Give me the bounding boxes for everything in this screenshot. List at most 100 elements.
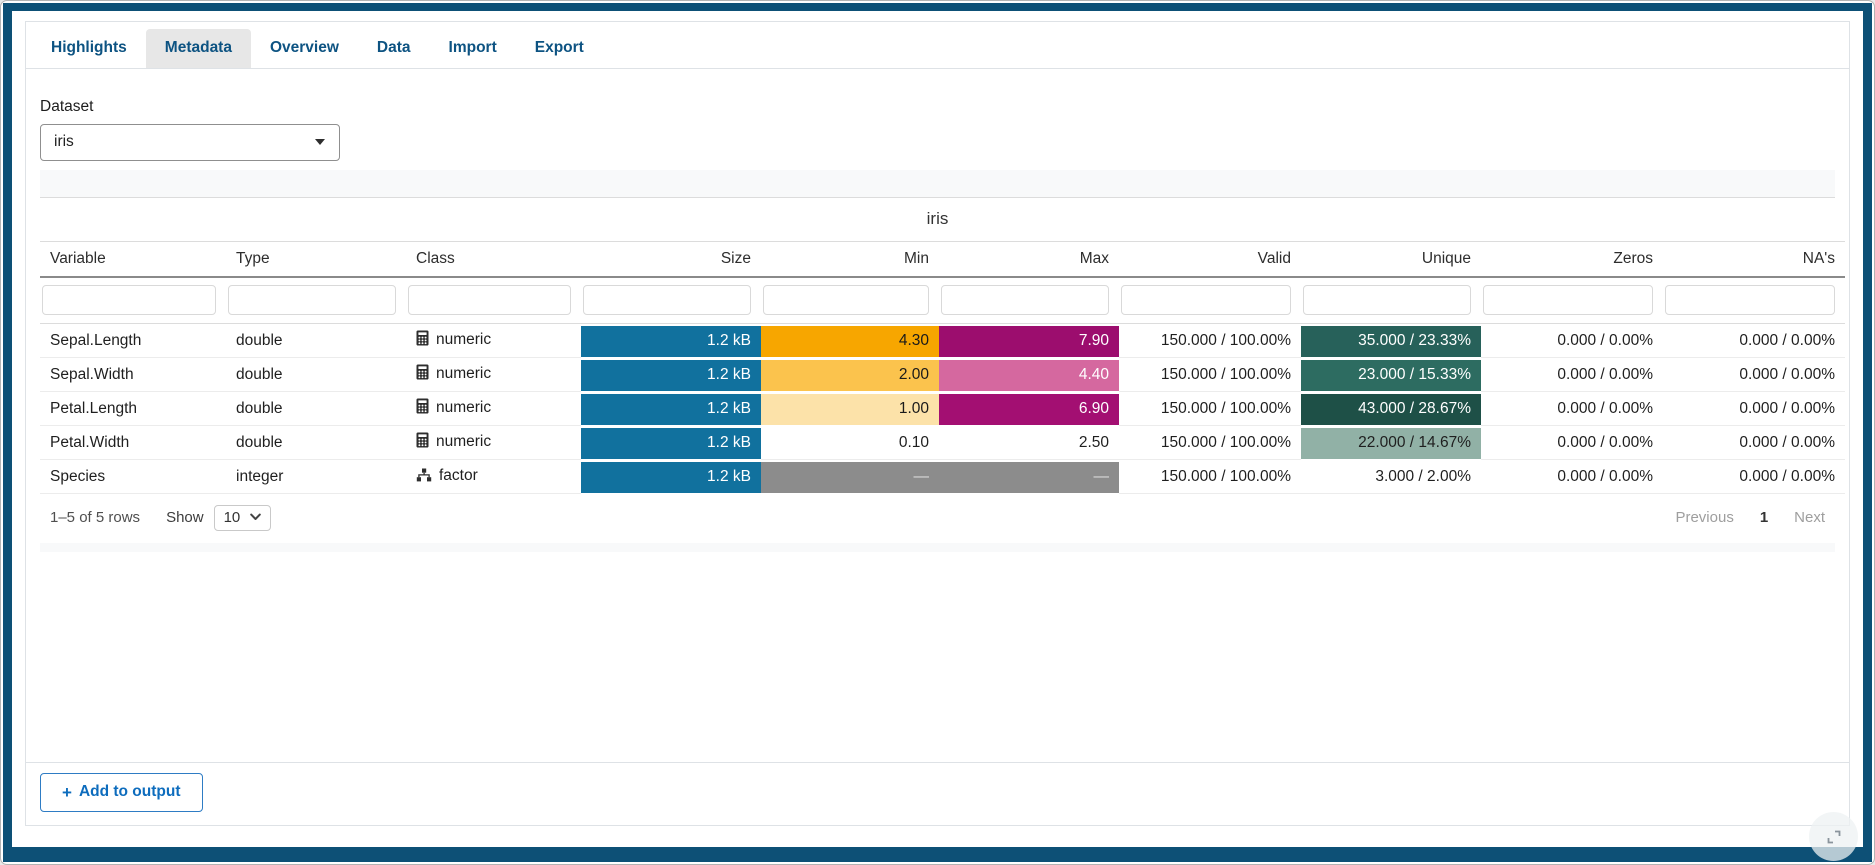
calculator-icon [416,360,429,391]
cell-unique: 3.000 / 2.00% [1301,459,1481,493]
add-to-output-label: Add to output [79,783,181,801]
pager-next-button[interactable]: Next [1794,509,1825,526]
pager-page-1-button[interactable]: 1 [1760,509,1768,526]
cell-class: numeric [406,323,581,357]
cell-valid: 150.000 / 100.00% [1119,425,1301,459]
filter-input-variable[interactable] [42,285,216,315]
cell-class: numeric [406,425,581,459]
tab-metadata[interactable]: Metadata [146,29,251,68]
column-header-nas[interactable]: NA's [1663,241,1845,277]
app-frame: HighlightsMetadataOverviewDataImportExpo… [3,3,1872,862]
cell-zeros: 0.000 / 0.00% [1481,323,1663,357]
cell-min: 4.30 [761,323,939,357]
cell-valid: 150.000 / 100.00% [1119,323,1301,357]
calculator-icon [416,326,429,357]
column-header-max[interactable]: Max [939,241,1119,277]
cell-variable: Petal.Width [40,425,226,459]
column-header-min[interactable]: Min [761,241,939,277]
dataset-select[interactable]: iris [40,124,340,161]
cell-size: 1.2 kB [581,323,761,357]
cell-valid: 150.000 / 100.00% [1119,357,1301,391]
expand-icon [1824,827,1844,847]
cell-valid: 150.000 / 100.00% [1119,459,1301,493]
cell-zeros: 0.000 / 0.00% [1481,391,1663,425]
filter-input-zeros[interactable] [1483,285,1653,315]
chevron-down-icon [250,513,261,521]
column-header-class[interactable]: Class [406,241,581,277]
tab-highlights[interactable]: Highlights [32,29,146,68]
column-header-valid[interactable]: Valid [1119,241,1301,277]
tab-overview[interactable]: Overview [251,29,358,68]
fullscreen-button[interactable] [1809,812,1858,861]
cell-valid: 150.000 / 100.00% [1119,391,1301,425]
caret-down-icon [315,139,325,145]
cell-unique: 35.000 / 23.33% [1301,323,1481,357]
page-size-label: Show [166,509,204,526]
page-size-value: 10 [224,509,241,526]
cell-min: 0.10 [761,425,939,459]
tab-data[interactable]: Data [358,29,430,68]
cell-size: 1.2 kB [581,357,761,391]
cell-variable: Petal.Length [40,391,226,425]
cell-type: double [226,391,406,425]
filter-input-type[interactable] [228,285,396,315]
cell-zeros: 0.000 / 0.00% [1481,425,1663,459]
column-header-unique[interactable]: Unique [1301,241,1481,277]
filter-input-valid[interactable] [1121,285,1291,315]
column-header-zeros[interactable]: Zeros [1481,241,1663,277]
cell-zeros: 0.000 / 0.00% [1481,459,1663,493]
table-row: Sepal.Lengthdoublenumeric1.2 kB4.307.901… [40,323,1845,357]
cell-nas: 0.000 / 0.00% [1663,425,1845,459]
tabset-card: HighlightsMetadataOverviewDataImportExpo… [25,21,1850,826]
cell-max: 2.50 [939,425,1119,459]
cell-min: 2.00 [761,357,939,391]
cell-nas: 0.000 / 0.00% [1663,391,1845,425]
filter-input-nas[interactable] [1665,285,1835,315]
cell-variable: Species [40,459,226,493]
metadata-table-panel: iris VariableTypeClassSizeMinMaxValidUni… [40,170,1835,552]
pager-previous-button[interactable]: Previous [1675,509,1733,526]
page-size-select[interactable]: 10 [214,505,272,531]
filter-input-unique[interactable] [1303,285,1471,315]
cell-unique: 43.000 / 28.67% [1301,391,1481,425]
cell-unique: 22.000 / 14.67% [1301,425,1481,459]
app-window: HighlightsMetadataOverviewDataImportExpo… [0,0,1875,865]
tab-import[interactable]: Import [430,29,516,68]
table-filter-row [40,277,1845,324]
cell-type: double [226,357,406,391]
filter-input-max[interactable] [941,285,1109,315]
cell-type: integer [226,459,406,493]
table-row: Petal.Widthdoublenumeric1.2 kB0.102.5015… [40,425,1845,459]
tab-bar: HighlightsMetadataOverviewDataImportExpo… [26,22,1849,69]
cell-nas: 0.000 / 0.00% [1663,459,1845,493]
column-header-type[interactable]: Type [226,241,406,277]
column-header-variable[interactable]: Variable [40,241,226,277]
cell-nas: 0.000 / 0.00% [1663,323,1845,357]
calculator-icon [416,428,429,459]
cell-variable: Sepal.Width [40,357,226,391]
dataset-select-value: iris [54,133,74,151]
table-title: iris [40,198,1835,241]
table-row: Petal.Lengthdoublenumeric1.2 kB1.006.901… [40,391,1845,425]
cell-max: 6.90 [939,391,1119,425]
column-header-size[interactable]: Size [581,241,761,277]
filter-input-size[interactable] [583,285,751,315]
cell-type: double [226,323,406,357]
table-pager: 1–5 of 5 rows Show 10 Previous 1 Next [40,494,1835,543]
cell-variable: Sepal.Length [40,323,226,357]
cell-class: numeric [406,391,581,425]
filter-input-min[interactable] [763,285,929,315]
tab-export[interactable]: Export [516,29,603,68]
card-footer: + Add to output [26,762,1849,825]
tab-content-metadata: Dataset iris iris VariableTypeClassSizeM… [26,69,1849,763]
table-row: Sepal.Widthdoublenumeric1.2 kB2.004.4015… [40,357,1845,391]
filter-input-class[interactable] [408,285,571,315]
add-to-output-button[interactable]: + Add to output [40,773,203,812]
cell-min: 1.00 [761,391,939,425]
dataset-label: Dataset [40,98,1835,116]
sitemap-icon [416,462,432,493]
cell-unique: 23.000 / 15.33% [1301,357,1481,391]
metadata-table: iris VariableTypeClassSizeMinMaxValidUni… [40,197,1835,543]
calculator-icon [416,394,429,425]
cell-size: 1.2 kB [581,459,761,493]
